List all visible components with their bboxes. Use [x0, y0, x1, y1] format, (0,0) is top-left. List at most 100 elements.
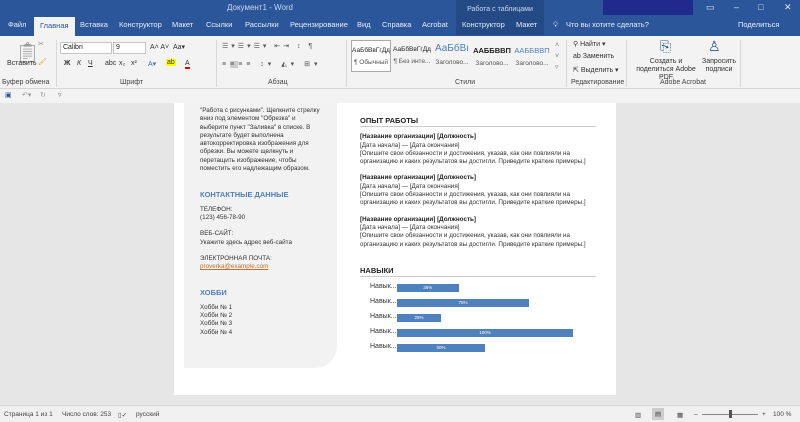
align-icons[interactable]: ≡≡≡≡ ↕▾ ◭▾ ⊞▾ — [222, 60, 321, 68]
style-name: ¶ Без инте... — [393, 58, 431, 65]
select-button[interactable]: ⇱ Выделить ▾ — [573, 66, 619, 74]
account-area[interactable] — [603, 0, 693, 15]
tab-help[interactable]: Справка — [382, 20, 411, 29]
bold-button[interactable]: Ж — [64, 60, 70, 67]
tab-design[interactable]: Конструктор — [119, 20, 162, 29]
style-heading-3[interactable]: ААББВВП Заголово... — [512, 40, 552, 72]
font-name-select[interactable]: Calibri — [60, 42, 112, 54]
save-icon[interactable]: ▣ — [5, 91, 12, 99]
highlight-icon[interactable]: ab — [166, 59, 176, 66]
style-preview: ААББВВП — [514, 46, 550, 55]
style-preview: ААББВВП — [473, 46, 511, 55]
cut-icon[interactable]: ✂ — [38, 40, 44, 48]
italic-button[interactable]: К — [77, 60, 81, 67]
zoom-in-button[interactable]: + — [762, 411, 766, 418]
tab-file[interactable]: Файл — [8, 20, 26, 29]
read-mode-icon[interactable]: ▥ — [635, 411, 641, 419]
style-name: Заголово... — [435, 59, 469, 66]
strikethrough-button[interactable]: abc — [105, 60, 116, 67]
clipboard-group-label: Буфер обмена — [2, 79, 50, 86]
word-count[interactable]: Число слов: 253 — [62, 411, 111, 418]
minimize-button[interactable]: – — [734, 2, 739, 12]
job-description: [Опишите свои обязанности и достижения, … — [360, 232, 586, 248]
tab-acrobat[interactable]: Acrobat — [422, 20, 448, 29]
style-heading-1[interactable]: АаБбВı Заголово... — [432, 40, 472, 72]
phone-label: ТЕЛЕФОН: — [200, 205, 233, 213]
job-entry: [Название организации] [Должность] [Дата … — [360, 216, 596, 249]
font-color-icon[interactable]: A — [185, 60, 190, 69]
tab-table-layout[interactable]: Макет — [516, 20, 537, 29]
subscript-button[interactable]: x₂ — [119, 60, 125, 67]
print-layout-icon[interactable]: ▤ — [652, 408, 665, 420]
acrobat-group-label: Adobe Acrobat — [660, 79, 706, 86]
underline-button[interactable]: Ч — [88, 60, 93, 67]
page-count[interactable]: Страница 1 из 1 — [4, 411, 53, 418]
style-normal[interactable]: АаБбВвГгДд ¶ Обычный — [351, 40, 391, 72]
replace-button[interactable]: ab Заменить — [573, 53, 614, 60]
share-button[interactable]: Поделиться — [738, 20, 779, 29]
zoom-slider-thumb[interactable] — [729, 410, 732, 418]
font-size-select[interactable]: 9 — [113, 42, 146, 54]
job-entry: [Название организации] [Должность] [Дата … — [360, 133, 596, 166]
ribbon-tabs: Файл Главная Вставка Конструктор Макет С… — [0, 0, 800, 36]
styles-scroll[interactable]: ˄ ˅ ▿ — [555, 40, 559, 73]
text-effects-icon[interactable]: A▾ — [148, 60, 156, 68]
web-layout-icon[interactable]: ▦ — [677, 411, 683, 419]
phone-value: (123) 456-78-90 — [200, 213, 246, 221]
style-preview: АаБбВı — [434, 43, 470, 54]
find-label: Найти — [580, 41, 601, 48]
request-signatures-button[interactable]: Запросить подписи — [700, 58, 738, 74]
language[interactable]: русский — [136, 411, 159, 418]
editing-group-label: Редактирование — [571, 79, 625, 86]
main-column: ОПЫТ РАБОТЫ [Название организации] [Долж… — [360, 116, 596, 363]
hobbies-heading: ХОББИ — [200, 288, 227, 298]
ribbon: 📋︎ Вставить ✂ 🖌︎ Буфер обмена Calibri 9 … — [0, 36, 800, 89]
zoom-out-button[interactable]: – — [694, 411, 698, 418]
request-signatures-icon[interactable]: ♙ — [708, 38, 721, 55]
status-bar: Страница 1 из 1 Число слов: 253 ▯✓ русск… — [0, 405, 800, 422]
paste-button[interactable]: Вставить — [7, 60, 37, 67]
tab-table-design[interactable]: Конструктор — [462, 20, 505, 29]
redo-icon[interactable]: ↻ — [40, 91, 46, 99]
hobby-item: Хобби № 3 — [200, 320, 233, 328]
grow-font-icon[interactable]: A˄ A˅ Aa▾ — [150, 43, 185, 51]
style-heading-2[interactable]: ААББВВП Заголово... — [472, 40, 512, 72]
job-title: [Название организации] [Должность] — [360, 174, 477, 182]
job-description: [Опишите свои обязанности и достижения, … — [360, 149, 586, 166]
proofing-icon[interactable]: ▯✓ — [118, 411, 127, 419]
superscript-button[interactable]: x² — [131, 60, 137, 67]
photo-instructions: "Работа с рисунками". Щелкните стрелку в… — [200, 107, 320, 173]
tell-me-input[interactable]: Что вы хотите сделать? — [566, 20, 649, 29]
tab-view[interactable]: Вид — [357, 20, 371, 29]
undo-icon[interactable]: ↶▾ — [22, 91, 31, 99]
maximize-button[interactable]: □ — [758, 2, 763, 12]
skill-bar: 25% — [397, 314, 441, 323]
job-title: [Название организации] [Должность] — [360, 133, 477, 141]
tab-insert[interactable]: Вставка — [80, 20, 108, 29]
zoom-level[interactable]: 100 % — [773, 411, 791, 418]
customize-qat-icon[interactable]: ▿ — [58, 91, 62, 99]
style-name: Заголово... — [475, 60, 509, 67]
style-no-spacing[interactable]: АаБбВвГгДд ¶ Без инте... — [392, 40, 432, 72]
format-painter-icon[interactable]: 🖌︎ — [38, 58, 47, 66]
find-button[interactable]: ⚲ Найти ▾ — [573, 40, 606, 48]
list-icons[interactable]: ☰▾☰▾☰▾ ⇤⇥ ↕ ¶ — [222, 42, 315, 50]
sidebar-column: "Работа с рисунками". Щелкните стрелку в… — [184, 103, 337, 368]
document-page[interactable]: "Работа с рисунками". Щелкните стрелку в… — [174, 103, 616, 395]
paragraph-group-label: Абзац — [268, 79, 288, 86]
quick-access-toolbar: ▣ ↶▾ ↻ ▿ — [0, 89, 800, 103]
tab-references[interactable]: Ссылки — [206, 20, 232, 29]
ribbon-display-icon[interactable]: ▭ — [706, 2, 715, 13]
create-pdf-icon[interactable]: ⎘ — [660, 38, 671, 55]
tab-layout[interactable]: Макет — [172, 20, 193, 29]
email-link[interactable]: proverka@example.com — [200, 263, 321, 271]
tab-mailings[interactable]: Рассылки — [245, 20, 279, 29]
style-preview: АаБбВвГгДд — [393, 46, 431, 53]
close-button[interactable]: ✕ — [784, 2, 792, 13]
skill-bar: 75% — [397, 299, 529, 308]
tab-home[interactable]: Главная — [34, 17, 75, 36]
job-dates: [Дата начала] — [Дата окончания] — [360, 182, 460, 190]
tab-review[interactable]: Рецензирование — [290, 20, 348, 29]
skill-label: Навык... — [370, 298, 397, 306]
skill-label: Навык... — [370, 328, 397, 336]
